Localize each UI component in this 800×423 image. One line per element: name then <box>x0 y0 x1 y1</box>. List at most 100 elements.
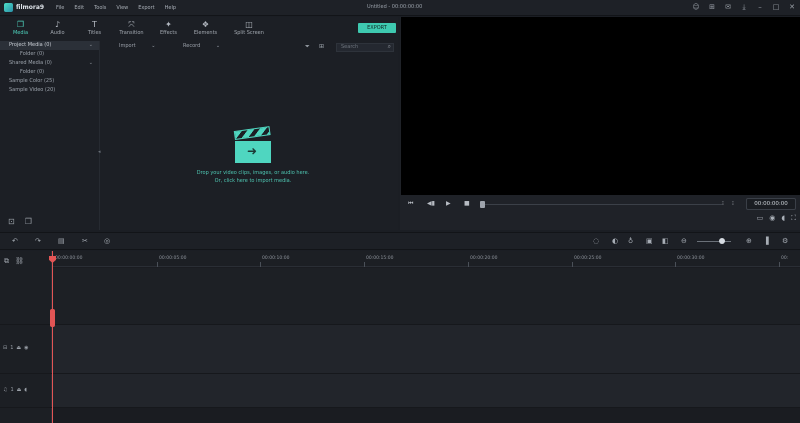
mark-in-icon[interactable]: ⁝ <box>722 200 724 207</box>
tab-media[interactable]: ❐ Media <box>2 17 39 39</box>
previous-frame-icon[interactable]: ⏮ <box>408 200 413 208</box>
snapshot-icon[interactable]: ◉ <box>769 214 775 223</box>
menu-help[interactable]: Help <box>165 5 176 11</box>
video-track-header: ⊟ 1 ⏏ ◉ <box>0 343 52 353</box>
library-panel: ❐ Media ♪ Audio T Titles ⤧ Transition ✦ … <box>0 17 398 230</box>
video-track-1[interactable] <box>53 325 800 373</box>
microphone-icon[interactable]: ♁ <box>628 237 633 245</box>
tab-transition[interactable]: ⤧ Transition <box>113 17 150 39</box>
sidebar-item-folder[interactable]: Folder (0) <box>0 50 99 59</box>
redo-icon[interactable]: ↷ <box>35 237 41 245</box>
import-drop-zone[interactable]: ➜ Drop your video clips, images, or audi… <box>163 126 343 185</box>
ruler-tick-label: 00:00:25:00 <box>574 256 602 261</box>
library-tabs: ❐ Media ♪ Audio T Titles ⤧ Transition ✦ … <box>0 17 398 39</box>
time-ruler[interactable]: 00:00:00:00 00:00:05:00 00:00:10:00 00:0… <box>53 251 800 267</box>
playback-scrubber[interactable] <box>480 201 485 208</box>
zoom-slider-track[interactable] <box>697 241 731 242</box>
timeline: ⧉ ⛓ 00:00:00:00 00:00:05:00 00:00:10:00 … <box>0 251 800 423</box>
menu-tools[interactable]: Tools <box>94 5 106 11</box>
import-dropdown[interactable]: Import ⌄ <box>119 43 155 49</box>
settings-icon[interactable]: ⚙ <box>782 237 788 245</box>
tab-titles[interactable]: T Titles <box>76 17 113 39</box>
project-title: Untitled - 00:00:00:00 <box>367 4 423 10</box>
chevron-down-icon[interactable]: ⌄ <box>89 41 93 50</box>
mark-out-icon[interactable]: ⁝ <box>732 200 734 207</box>
menu-edit[interactable]: Edit <box>74 5 84 11</box>
cut-icon[interactable]: ✂ <box>82 237 88 245</box>
chevron-down-icon: ⌄ <box>215 43 221 49</box>
menu-export[interactable]: Export <box>138 5 154 11</box>
sidebar-item-shared-folder[interactable]: Folder (0) <box>0 68 99 77</box>
download-icon[interactable]: ⤓ <box>740 3 748 12</box>
collapse-handle[interactable]: ◂ <box>98 149 101 155</box>
folder-icon: ❐ <box>16 20 25 29</box>
snapshot-tl-icon[interactable]: ◧ <box>662 237 669 245</box>
lock-icon[interactable]: ⏏ <box>17 387 22 393</box>
cart-icon[interactable]: ⊞ <box>708 3 716 12</box>
step-back-icon[interactable]: ◀▮ <box>427 200 435 207</box>
chevron-down-icon[interactable]: ⌄ <box>89 59 93 68</box>
window-controls: ☺ ⊞ ✉ ⤓ – □ ✕ <box>692 3 796 12</box>
preview-panel: ⏮ ◀▮ ▶ ■ ⁝ ⁝ 00:00:00:00 ▭ ◉ ◖ ⛶ <box>400 17 800 230</box>
ruler-tick-label: 00:00:30:00 <box>677 256 705 261</box>
zoom-in-icon[interactable]: ⊕ <box>746 237 752 245</box>
menu-view[interactable]: View <box>116 5 128 11</box>
tab-effects[interactable]: ✦ Effects <box>150 17 187 39</box>
track-number: 1 <box>10 345 14 351</box>
voiceover-icon[interactable]: ▣ <box>646 237 653 245</box>
empty-track-space[interactable] <box>53 268 800 324</box>
tab-split-screen[interactable]: ◫ Split Screen <box>224 17 274 39</box>
volume-icon[interactable]: ◖ <box>781 214 785 223</box>
text-icon: T <box>92 20 97 29</box>
marker-icon[interactable]: ◐ <box>612 237 618 245</box>
export-button[interactable]: EXPORT <box>358 23 396 33</box>
audio-track-header: ♫ 1 ⏏ ◖ <box>0 385 52 395</box>
sidebar-item-sample-video[interactable]: Sample Video (20) <box>0 86 99 95</box>
menu-file[interactable]: File <box>56 5 64 11</box>
eye-icon[interactable]: ◉ <box>24 345 28 351</box>
record-dropdown[interactable]: Record ⌄ <box>183 43 220 49</box>
audio-track-1[interactable] <box>53 374 800 407</box>
folder-icon[interactable]: ❐ <box>25 217 32 226</box>
search-icon[interactable]: ⌕ <box>388 43 391 50</box>
new-folder-icon[interactable]: ⊡ <box>8 217 15 226</box>
speaker-icon[interactable]: ◖ <box>24 387 27 393</box>
sidebar-actions: ⊡ ❐ <box>8 217 32 226</box>
video-track-icon: ⊟ <box>3 345 8 351</box>
sidebar-item-sample-color[interactable]: Sample Color (25) <box>0 77 99 86</box>
maximize-icon[interactable]: □ <box>772 3 780 12</box>
sidebar-item-shared-media[interactable]: Shared Media (0) ⌄ <box>0 59 99 68</box>
render-preview-icon[interactable]: ◌ <box>593 237 599 245</box>
fullscreen-icon[interactable]: ⛶ <box>791 214 796 223</box>
minimize-icon[interactable]: – <box>756 3 764 12</box>
zoom-slider-knob[interactable] <box>719 238 725 244</box>
zoom-out-icon[interactable]: ⊖ <box>681 237 687 245</box>
sidebar-item-project-media[interactable]: Project Media (0) ⌄ <box>0 41 99 50</box>
mail-icon[interactable]: ✉ <box>724 3 732 12</box>
display-settings-icon[interactable]: ▭ <box>757 214 764 223</box>
link-icon[interactable]: ⛓ <box>15 257 24 266</box>
import-hint-link[interactable]: Or, click here to import media. <box>163 177 343 185</box>
tab-audio[interactable]: ♪ Audio <box>39 17 76 39</box>
audio-mixer-icon[interactable]: ◎ <box>104 237 110 245</box>
lock-icon[interactable]: ⏏ <box>16 345 21 351</box>
ruler-tick <box>364 262 365 267</box>
search-input[interactable]: Search ⌕ <box>336 43 394 52</box>
ruler-tick-label: 00:00:05:00 <box>159 256 187 261</box>
stop-icon[interactable]: ■ <box>464 200 470 207</box>
tab-elements[interactable]: ❖ Elements <box>187 17 224 39</box>
close-icon[interactable]: ✕ <box>788 3 796 12</box>
undo-icon[interactable]: ↶ <box>12 237 18 245</box>
play-icon[interactable]: ▶ <box>446 200 451 207</box>
grid-view-icon[interactable]: ⊞ <box>319 43 324 50</box>
playback-progress-track[interactable] <box>482 204 722 205</box>
playhead-line[interactable] <box>52 251 53 423</box>
delete-icon[interactable]: ▤ <box>58 237 65 245</box>
preview-options: ▭ ◉ ◖ ⛶ <box>757 214 796 223</box>
preview-screen <box>401 17 800 195</box>
playhead-grip[interactable] <box>50 309 55 327</box>
add-track-icon[interactable]: ⧉ <box>4 257 9 266</box>
app-name: filmora9 <box>16 4 45 11</box>
user-icon[interactable]: ☺ <box>692 3 700 12</box>
filter-icon[interactable]: ⏷ <box>305 43 310 51</box>
